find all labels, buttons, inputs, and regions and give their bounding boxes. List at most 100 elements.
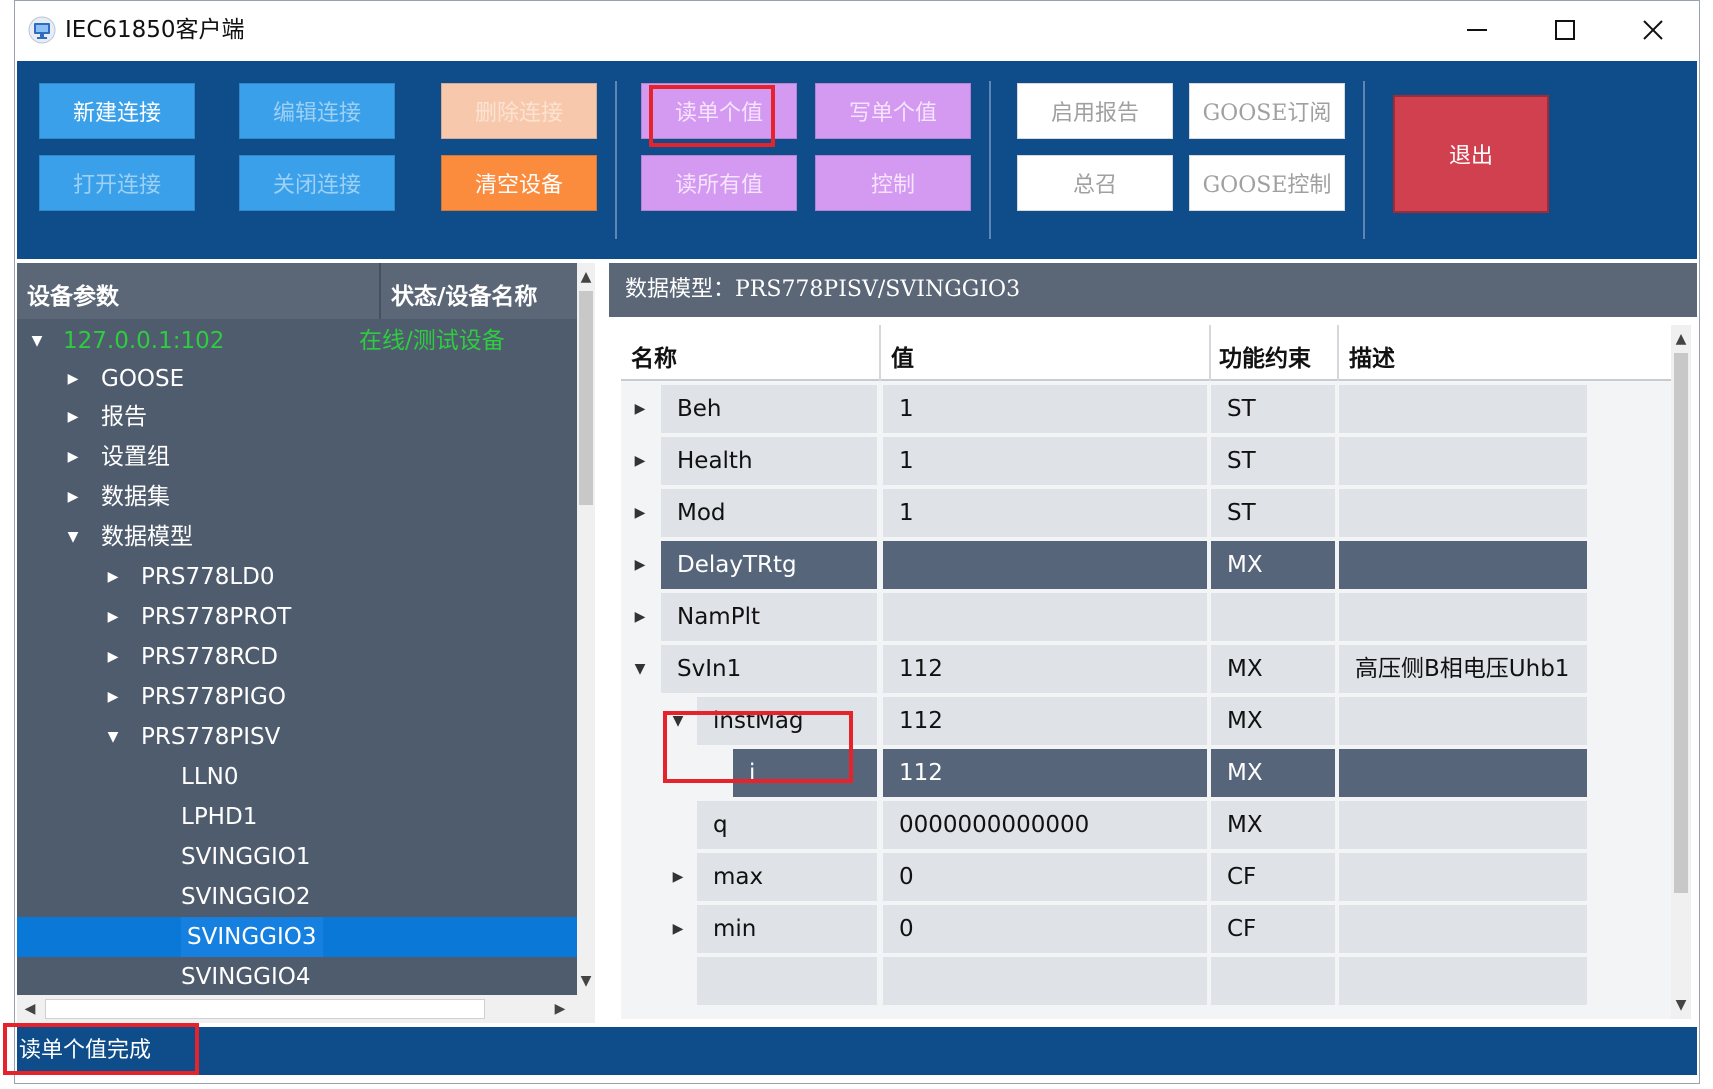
scrollbar-thumb[interactable] xyxy=(1674,353,1688,893)
tree-item-report[interactable]: ▶ 报告 xyxy=(17,397,577,437)
tree-item-ln[interactable]: LLN0 xyxy=(17,757,577,797)
collapsed-arrow-icon[interactable]: ▶ xyxy=(667,905,689,953)
tree-horizontal-scrollbar[interactable]: ◀ ▶ xyxy=(17,995,595,1023)
table-row[interactable]: ▶ Health 1 ST xyxy=(621,433,1673,485)
column-header-value[interactable]: 值 xyxy=(891,339,914,373)
tree-item-ln-selected[interactable]: SVINGGIO3 xyxy=(17,917,577,957)
tree-item-setting-group[interactable]: ▶ 设置组 xyxy=(17,437,577,477)
expanded-arrow-icon[interactable]: ▼ xyxy=(63,517,83,557)
table-row[interactable]: ▼ SvIn1 112 MX 高压侧B相电压Uhb1 xyxy=(621,641,1673,693)
table-row[interactable]: ▼ instMag 112 MX xyxy=(621,693,1673,745)
collapsed-arrow-icon[interactable]: ▶ xyxy=(629,385,651,433)
tree-node-label: PRS778RCD xyxy=(141,644,278,670)
collapsed-arrow-icon[interactable]: ▶ xyxy=(667,853,689,901)
tree-node-label: PRS778PISV xyxy=(141,724,281,750)
tree-item-ld[interactable]: ▼ PRS778PISV xyxy=(17,717,577,757)
table-row[interactable]: ▶ max 0 CF xyxy=(621,849,1673,901)
scroll-up-arrow-icon[interactable]: ▲ xyxy=(577,267,595,287)
collapsed-arrow-icon[interactable]: ▶ xyxy=(629,437,651,485)
grid-header: 名称 值 功能约束 描述 xyxy=(621,325,1683,381)
collapsed-arrow-icon[interactable]: ▶ xyxy=(63,397,83,437)
tree-item-ln[interactable]: SVINGGIO4 xyxy=(17,957,577,997)
minimize-button[interactable] xyxy=(1433,1,1521,59)
collapsed-arrow-icon[interactable]: ▶ xyxy=(103,637,123,677)
maximize-button[interactable] xyxy=(1521,1,1609,59)
column-header-fc[interactable]: 功能约束 xyxy=(1219,339,1311,373)
general-call-button[interactable]: 总召 xyxy=(1017,155,1173,211)
cell-name: Beh xyxy=(661,385,877,433)
tree-node-label: SVINGGIO4 xyxy=(181,964,311,990)
collapsed-arrow-icon[interactable]: ▶ xyxy=(63,477,83,517)
collapsed-arrow-icon[interactable]: ▶ xyxy=(629,593,651,641)
column-header-name[interactable]: 名称 xyxy=(631,339,677,373)
table-row[interactable]: ▶ min 0 CF xyxy=(621,901,1673,953)
read-all-values-button[interactable]: 读所有值 xyxy=(641,155,797,211)
collapsed-arrow-icon[interactable]: ▶ xyxy=(103,677,123,717)
tree-root-node[interactable]: ▼ 127.0.0.1:102 在线/测试设备 xyxy=(17,321,577,361)
collapsed-arrow-icon[interactable]: ▶ xyxy=(63,437,83,477)
grid-vertical-scrollbar[interactable]: ▲ ▼ xyxy=(1671,325,1691,1019)
scrollbar-thumb[interactable] xyxy=(579,291,593,505)
scroll-right-arrow-icon[interactable]: ▶ xyxy=(551,999,569,1019)
cell-fc: ST xyxy=(1211,489,1335,537)
collapsed-arrow-icon[interactable]: ▶ xyxy=(103,557,123,597)
tree-item-goose[interactable]: ▶ GOOSE xyxy=(17,359,577,399)
control-button[interactable]: 控制 xyxy=(815,155,971,211)
collapsed-arrow-icon[interactable]: ▶ xyxy=(629,541,651,589)
cell-name xyxy=(697,957,877,1005)
cell-name: SvIn1 xyxy=(661,645,877,693)
scrollbar-thumb[interactable] xyxy=(45,999,485,1019)
table-row[interactable]: ▶ Beh 1 ST xyxy=(621,381,1673,433)
tree-item-data-model[interactable]: ▼ 数据模型 xyxy=(17,517,577,557)
goose-subscribe-button[interactable]: GOOSE订阅 xyxy=(1189,83,1345,139)
minimize-icon xyxy=(1467,29,1487,31)
goose-control-button[interactable]: GOOSE控制 xyxy=(1189,155,1345,211)
enable-report-button[interactable]: 启用报告 xyxy=(1017,83,1173,139)
tree-item-ld[interactable]: ▶ PRS778LD0 xyxy=(17,557,577,597)
open-connection-button[interactable]: 打开连接 xyxy=(39,155,195,211)
scroll-down-arrow-icon[interactable]: ▼ xyxy=(1672,995,1690,1015)
scroll-left-arrow-icon[interactable]: ◀ xyxy=(21,999,39,1019)
table-row-selected[interactable]: i 112 MX xyxy=(621,745,1673,797)
table-row[interactable] xyxy=(621,953,1673,1005)
close-connection-button[interactable]: 关闭连接 xyxy=(239,155,395,211)
tree-item-ld[interactable]: ▶ PRS778PIGO xyxy=(17,677,577,717)
cell-desc xyxy=(1339,697,1587,745)
delete-connection-button[interactable]: 删除连接 xyxy=(441,83,597,139)
tree-node-label: LPHD1 xyxy=(181,804,258,830)
collapsed-arrow-icon[interactable]: ▶ xyxy=(103,597,123,637)
tree-vertical-scrollbar[interactable]: ▲ ▼ xyxy=(577,263,595,995)
tree-node-label: SVINGGIO2 xyxy=(181,884,311,910)
column-divider xyxy=(1337,325,1339,381)
collapsed-arrow-icon[interactable]: ▶ xyxy=(63,359,83,399)
tree-node-label: GOOSE xyxy=(101,366,185,392)
tree-item-ln[interactable]: SVINGGIO1 xyxy=(17,837,577,877)
read-single-value-button[interactable]: 读单个值 xyxy=(641,83,797,139)
clear-device-button[interactable]: 清空设备 xyxy=(441,155,597,211)
scroll-down-arrow-icon[interactable]: ▼ xyxy=(577,971,595,991)
column-divider xyxy=(1209,325,1211,381)
expanded-arrow-icon[interactable]: ▼ xyxy=(103,717,123,757)
table-row[interactable]: q 0000000000000 MX xyxy=(621,797,1673,849)
expanded-arrow-icon[interactable]: ▼ xyxy=(667,697,689,745)
tree-item-ld[interactable]: ▶ PRS778RCD xyxy=(17,637,577,677)
close-button[interactable] xyxy=(1609,1,1697,59)
new-connection-button[interactable]: 新建连接 xyxy=(39,83,195,139)
expanded-arrow-icon[interactable]: ▼ xyxy=(27,321,47,361)
collapsed-arrow-icon[interactable]: ▶ xyxy=(629,489,651,537)
tree-node-label: 报告 xyxy=(101,404,147,430)
write-single-value-button[interactable]: 写单个值 xyxy=(815,83,971,139)
table-row[interactable]: ▶ DelayTRtg MX xyxy=(621,537,1673,589)
expanded-arrow-icon[interactable]: ▼ xyxy=(629,645,651,693)
exit-button[interactable]: 退出 xyxy=(1393,95,1549,213)
column-header-desc[interactable]: 描述 xyxy=(1349,339,1395,373)
tree-item-ln[interactable]: LPHD1 xyxy=(17,797,577,837)
cell-name: instMag xyxy=(697,697,877,745)
scroll-up-arrow-icon[interactable]: ▲ xyxy=(1672,329,1690,349)
table-row[interactable]: ▶ NamPlt xyxy=(621,589,1673,641)
table-row[interactable]: ▶ Mod 1 ST xyxy=(621,485,1673,537)
tree-item-ld[interactable]: ▶ PRS778PROT xyxy=(17,597,577,637)
edit-connection-button[interactable]: 编辑连接 xyxy=(239,83,395,139)
tree-item-ln[interactable]: SVINGGIO2 xyxy=(17,877,577,917)
tree-item-dataset[interactable]: ▶ 数据集 xyxy=(17,477,577,517)
